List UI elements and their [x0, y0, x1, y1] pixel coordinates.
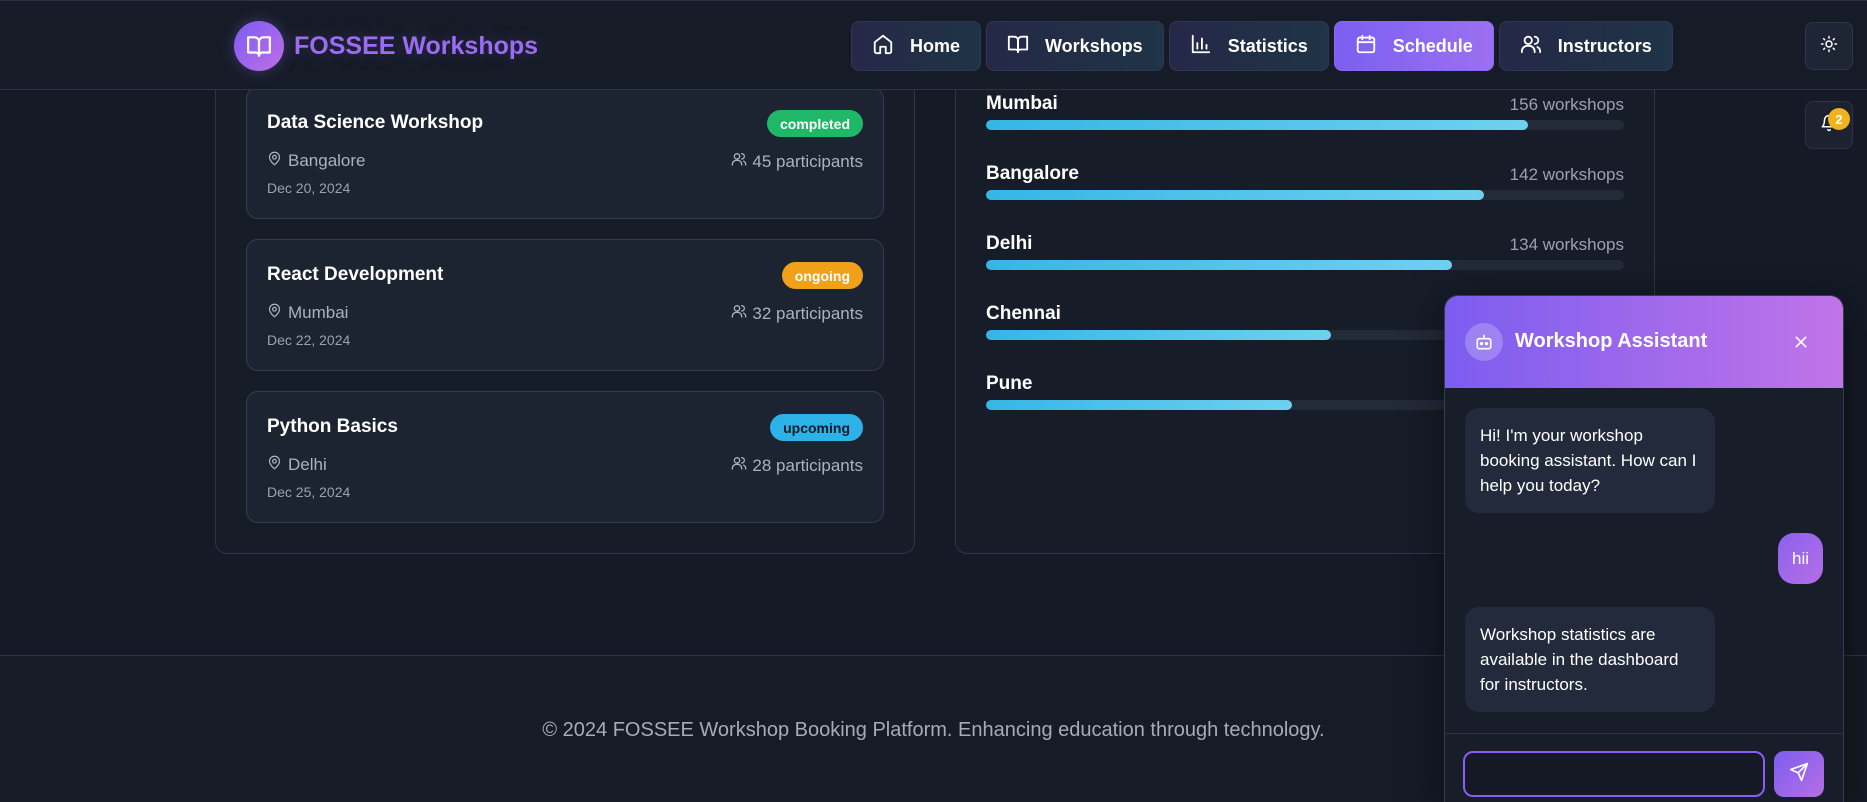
map-pin-icon — [267, 455, 282, 475]
bot-message: Hi! I'm your workshop booking assistant.… — [1465, 408, 1715, 513]
users-icon — [731, 303, 747, 324]
nav-workshops-label: Workshops — [1045, 35, 1143, 56]
location-text: Mumbai — [288, 303, 349, 322]
map-pin-icon — [267, 303, 282, 323]
workshop-location: Mumbai — [267, 303, 348, 323]
notifications-button[interactable]: 2 — [1805, 101, 1853, 149]
city-stat-row: Bangalore 142 workshops — [986, 163, 1624, 203]
bot-message: Workshop statistics are available in the… — [1465, 607, 1715, 712]
city-count: 142 workshops — [1509, 165, 1624, 184]
brand[interactable]: FOSSEE Workshops — [234, 21, 538, 71]
progress-fill — [986, 120, 1529, 130]
workshop-location: Bangalore — [267, 151, 366, 171]
workshop-participants: 28 participants — [731, 455, 863, 476]
chat-message-input[interactable] — [1463, 751, 1765, 797]
workshop-card[interactable]: Python Basics upcoming Delhi 28 particip… — [246, 391, 884, 523]
progress-fill — [986, 260, 1452, 270]
participants-text: 45 participants — [752, 151, 863, 171]
main-nav: Home Workshops Statistics Schedule Instr… — [851, 21, 1673, 71]
city-name: Delhi — [986, 233, 1033, 254]
book-open-icon — [234, 21, 284, 71]
city-stat-row: Delhi 134 workshops — [986, 233, 1624, 273]
users-icon — [1520, 33, 1542, 60]
city-name: Pune — [986, 373, 1033, 394]
bot-icon — [1465, 323, 1503, 361]
users-icon — [731, 151, 747, 172]
workshop-card[interactable]: Data Science Workshop completed Bangalor… — [246, 87, 884, 219]
status-badge: upcoming — [770, 414, 863, 441]
status-badge: completed — [766, 110, 863, 137]
city-stat-row: Mumbai 156 workshops — [986, 93, 1624, 133]
theme-toggle-button[interactable] — [1805, 22, 1853, 70]
nav-home[interactable]: Home — [851, 21, 982, 71]
chat-header: Workshop Assistant — [1445, 296, 1843, 388]
workshop-date: Dec 22, 2024 — [267, 332, 351, 348]
workshop-title: Data Science Workshop — [267, 112, 484, 133]
participants-text: 32 participants — [752, 303, 863, 323]
workshop-date: Dec 20, 2024 — [267, 180, 351, 196]
workshop-title: React Development — [267, 264, 444, 285]
workshop-location: Delhi — [267, 455, 327, 475]
nav-statistics-label: Statistics — [1227, 35, 1308, 56]
brand-name: FOSSEE Workshops — [294, 31, 539, 60]
sun-icon — [1820, 35, 1838, 58]
progress-track — [986, 120, 1624, 130]
workshop-participants: 45 participants — [731, 151, 863, 172]
calendar-icon — [1355, 33, 1377, 60]
participants-text: 28 participants — [752, 455, 863, 475]
map-pin-icon — [267, 151, 282, 171]
nav-statistics[interactable]: Statistics — [1168, 21, 1329, 71]
notification-badge: 2 — [1828, 108, 1850, 130]
chat-title: Workshop Assistant — [1515, 330, 1708, 352]
top-navigation-bar: FOSSEE Workshops Home Workshops Statisti… — [0, 0, 1867, 90]
nav-home-label: Home — [910, 35, 961, 56]
nav-workshops[interactable]: Workshops — [986, 21, 1164, 71]
progress-fill — [986, 330, 1331, 340]
users-icon — [731, 455, 747, 476]
progress-track — [986, 190, 1624, 200]
progress-fill — [986, 400, 1293, 410]
nav-instructors-label: Instructors — [1557, 35, 1652, 56]
status-badge: ongoing — [781, 262, 863, 289]
workshop-participants: 32 participants — [731, 303, 863, 324]
progress-track — [986, 260, 1624, 270]
city-name: Bangalore — [986, 163, 1079, 184]
send-button[interactable] — [1774, 751, 1824, 797]
home-icon — [872, 33, 894, 60]
send-icon — [1789, 762, 1809, 787]
close-icon[interactable] — [1785, 326, 1817, 358]
workshop-date: Dec 25, 2024 — [267, 484, 351, 500]
location-text: Delhi — [288, 455, 327, 474]
user-message: hii — [1777, 533, 1823, 584]
city-count: 134 workshops — [1509, 235, 1624, 254]
book-icon — [1007, 33, 1029, 60]
divider — [1445, 733, 1843, 734]
nav-schedule[interactable]: Schedule — [1333, 21, 1494, 71]
progress-fill — [986, 190, 1484, 200]
nav-instructors[interactable]: Instructors — [1498, 21, 1673, 71]
location-text: Bangalore — [288, 151, 366, 170]
chat-widget: Workshop Assistant Hi! I'm your workshop… — [1444, 295, 1844, 802]
bar-chart-icon — [1190, 33, 1212, 60]
city-name: Chennai — [986, 303, 1061, 324]
workshop-title: Python Basics — [267, 416, 398, 437]
city-count: 156 workshops — [1509, 95, 1624, 114]
nav-schedule-label: Schedule — [1392, 35, 1473, 56]
workshop-card[interactable]: React Development ongoing Mumbai 32 part… — [246, 239, 884, 371]
city-name: Mumbai — [986, 93, 1058, 114]
